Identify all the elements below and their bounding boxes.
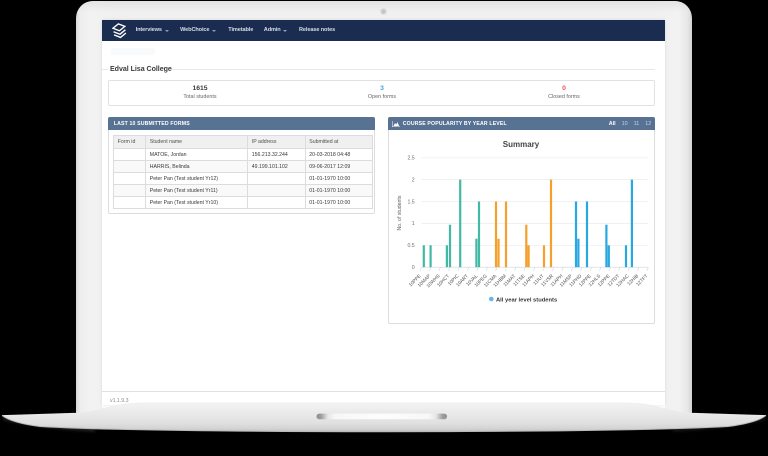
svg-text:1: 1 — [412, 221, 415, 227]
svg-text:All year level students: All year level students — [496, 297, 557, 303]
svg-text:No. of students: No. of students — [397, 195, 403, 230]
svg-text:2: 2 — [412, 177, 415, 183]
svg-text:0: 0 — [412, 265, 415, 271]
svg-text:Summary: Summary — [503, 140, 540, 149]
svg-text:1.5: 1.5 — [407, 199, 414, 205]
svg-text:2.5: 2.5 — [407, 156, 414, 162]
svg-text:0.5: 0.5 — [407, 243, 414, 249]
